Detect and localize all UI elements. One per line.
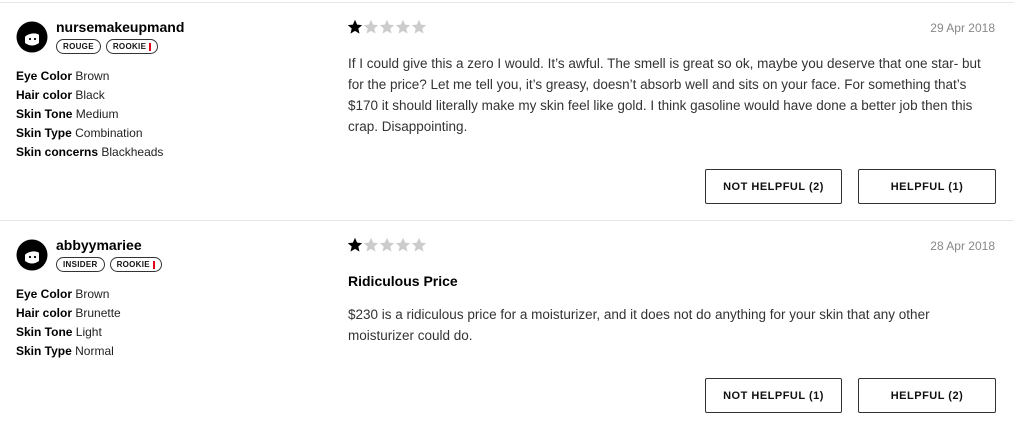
reviewer-attributes: Eye Color Brown Hair color Black Skin To… <box>16 67 163 162</box>
star-icon <box>363 237 379 252</box>
star-icon <box>379 19 395 34</box>
badge-insider: INSIDER <box>56 257 105 272</box>
badge-label: ROUGE <box>63 42 94 51</box>
review-card: abbyymariee INSIDER ROOKIE Eye Color Bro… <box>0 221 1014 426</box>
attribute-value: Brown <box>75 287 110 301</box>
attribute-value: Normal <box>75 344 114 358</box>
star-icon <box>411 237 427 252</box>
star-rating <box>347 237 427 253</box>
helpful-button[interactable]: HELPFUL (2) <box>858 378 996 413</box>
star-icon <box>411 19 427 34</box>
attribute-label: Skin concerns <box>16 145 99 159</box>
attribute-label: Skin Tone <box>16 107 73 121</box>
star-icon <box>395 237 411 252</box>
badge-label: ROOKIE <box>116 260 150 269</box>
rookie-marker-icon <box>149 42 152 51</box>
badge-list: ROUGE ROOKIE <box>56 39 159 54</box>
review-date: 28 Apr 2018 <box>930 239 995 253</box>
attribute-value: Brunette <box>75 306 121 320</box>
rookie-marker-icon <box>152 260 155 269</box>
star-icon <box>379 237 395 252</box>
not-helpful-button[interactable]: NOT HELPFUL (2) <box>705 169 842 204</box>
attribute-label: Eye Color <box>16 69 73 83</box>
attribute-row: Eye Color Brown <box>16 285 121 304</box>
helpful-button[interactable]: HELPFUL (1) <box>858 169 996 204</box>
badge-list: INSIDER ROOKIE <box>56 257 162 272</box>
star-icon <box>395 19 411 34</box>
attribute-value: Black <box>75 88 105 102</box>
reviewer-attributes: Eye Color Brown Hair color Brunette Skin… <box>16 285 121 361</box>
attribute-label: Skin Type <box>16 126 72 140</box>
review-card: nursemakeupmand ROUGE ROOKIE Eye Color B… <box>0 3 1014 221</box>
attribute-value: Light <box>75 325 102 339</box>
attribute-label: Hair color <box>16 306 73 320</box>
attribute-value: Brown <box>75 69 110 83</box>
attribute-value: Medium <box>75 107 119 121</box>
attribute-row: Skin Type Combination <box>16 124 163 143</box>
avatar-icon[interactable] <box>16 21 48 53</box>
badge-label: INSIDER <box>63 260 98 269</box>
badge-label: ROOKIE <box>112 42 147 51</box>
attribute-label: Hair color <box>16 88 73 102</box>
star-rating <box>347 19 427 35</box>
review-date: 29 Apr 2018 <box>930 21 995 35</box>
attribute-row: Hair color Brunette <box>16 304 121 323</box>
reviewer-username[interactable]: nursemakeupmand <box>56 19 184 35</box>
not-helpful-button[interactable]: NOT HELPFUL (1) <box>705 378 842 413</box>
review-text: If I could give this a zero I would. It’… <box>348 56 981 134</box>
badge-rookie: ROOKIE <box>109 257 162 272</box>
attribute-label: Skin Type <box>16 344 72 358</box>
star-icon <box>363 19 379 34</box>
attribute-row: Skin Tone Medium <box>16 105 163 124</box>
star-icon <box>347 237 363 252</box>
attribute-label: Skin Tone <box>16 325 73 339</box>
attribute-row: Skin Tone Light <box>16 323 121 342</box>
badge-rookie: ROOKIE <box>105 39 159 54</box>
reviewer-username[interactable]: abbyymariee <box>56 237 142 253</box>
attribute-value: Blackheads <box>101 145 164 159</box>
star-icon <box>347 19 363 34</box>
review-text: $230 is a ridiculous price for a moistur… <box>348 307 930 343</box>
review-title: Ridiculous Price <box>348 273 458 289</box>
attribute-row: Skin concerns Blackheads <box>16 143 163 162</box>
attribute-value: Combination <box>75 126 143 140</box>
badge-rouge: ROUGE <box>56 39 101 54</box>
attribute-row: Eye Color Brown <box>16 67 163 86</box>
attribute-label: Eye Color <box>16 287 73 301</box>
attribute-row: Hair color Black <box>16 86 163 105</box>
avatar-icon[interactable] <box>16 239 48 271</box>
attribute-row: Skin Type Normal <box>16 342 121 361</box>
